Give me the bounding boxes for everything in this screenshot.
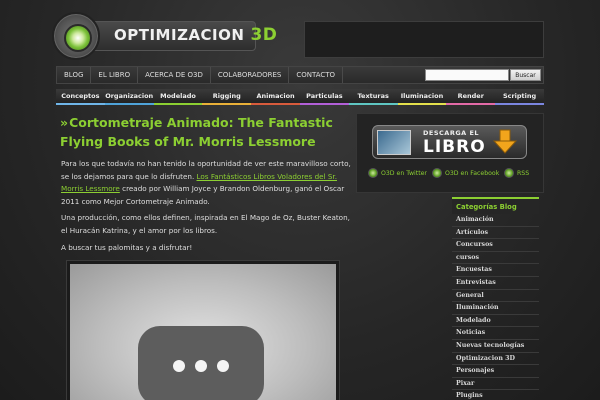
- search-input[interactable]: [425, 69, 509, 81]
- blog-category-item[interactable]: Pixar: [452, 378, 539, 391]
- gear-logo-icon: [52, 12, 100, 60]
- twitter-icon: [368, 168, 378, 178]
- blog-category-item[interactable]: Plugins: [452, 390, 539, 400]
- category-tab-texturas[interactable]: Texturas: [348, 89, 398, 105]
- category-tab-scripting[interactable]: Scripting: [495, 89, 544, 105]
- header-ad-box: [304, 21, 544, 58]
- blog-category-item[interactable]: cursos: [452, 252, 539, 265]
- category-nav: Conceptos Organizacion Modelado Rigging Anim…: [56, 89, 544, 105]
- blog-categories-list: Animación Artículos Concursos cursos Encuest…: [452, 214, 539, 400]
- loading-dot: [195, 360, 207, 372]
- facebook-link[interactable]: O3D en Facebook: [432, 168, 499, 178]
- category-tab-render[interactable]: Render: [446, 89, 495, 105]
- category-tab-animacion[interactable]: Animacion: [251, 89, 300, 105]
- blog-category-item[interactable]: Optimizacion 3D: [452, 353, 539, 366]
- rss-icon: [504, 168, 514, 178]
- post-paragraph-2: Una producción, como ellos definen, insp…: [61, 213, 350, 235]
- twitter-label: O3D en Twitter: [381, 169, 427, 177]
- post-title-text: Cortometraje Animado: The Fantastic Flyi…: [60, 115, 333, 149]
- twitter-link[interactable]: O3D en Twitter: [368, 168, 427, 178]
- download-label-big: LIBRO: [423, 137, 486, 157]
- download-label-small: DESCARGA EL: [423, 129, 480, 137]
- nav-contacto[interactable]: CONTACTO: [289, 67, 344, 83]
- blog-category-item[interactable]: Artículos: [452, 227, 539, 240]
- blog-category-item[interactable]: Entrevistas: [452, 277, 539, 290]
- nav-colaboradores[interactable]: COLABORADORES: [211, 67, 290, 83]
- post-paragraph-3: A buscar tus palomitas y a disfrutar!: [61, 243, 193, 252]
- logo-title: OPTIMIZACION: [114, 26, 245, 44]
- download-arrow-icon: [492, 129, 518, 154]
- category-tab-modelado[interactable]: Modelado: [153, 89, 203, 105]
- rss-label: RSS: [517, 169, 530, 177]
- loading-dot: [217, 360, 229, 372]
- logo-accent: 3D: [250, 25, 278, 45]
- site-logo[interactable]: OPTIMIZACION 3D: [52, 12, 277, 60]
- loading-dot: [173, 360, 185, 372]
- nav-el-libro[interactable]: EL LIBRO: [91, 67, 139, 83]
- nav-acerca-de[interactable]: ACERCA DE O3D: [138, 67, 211, 83]
- blog-category-item[interactable]: Concursos: [452, 239, 539, 252]
- blog-category-item[interactable]: Nuevas tecnologías: [452, 340, 539, 353]
- blog-category-item[interactable]: Encuestas: [452, 264, 539, 277]
- category-tab-particulas[interactable]: Particulas: [299, 89, 349, 105]
- blog-category-item[interactable]: Personajes: [452, 365, 539, 378]
- post-paragraph-1: Para los que todavía no han tenido la op…: [61, 158, 351, 208]
- download-book-banner[interactable]: DESCARGA EL LIBRO: [372, 125, 527, 159]
- facebook-icon: [432, 168, 442, 178]
- category-tab-iluminacion[interactable]: Iluminacion: [397, 89, 447, 105]
- blog-category-item[interactable]: Iluminación: [452, 302, 539, 315]
- blog-category-item[interactable]: General: [452, 290, 539, 303]
- nav-blog[interactable]: BLOG: [57, 67, 92, 83]
- logo-text: OPTIMIZACION 3D: [114, 25, 277, 45]
- blog-category-item[interactable]: Animación: [452, 214, 539, 227]
- video-loading-icon[interactable]: [138, 326, 264, 400]
- blog-categories-widget: Categorías Blog Animación Artículos Concur…: [452, 197, 539, 400]
- category-tab-conceptos[interactable]: Conceptos: [56, 89, 105, 105]
- blog-categories-title: Categorías Blog: [452, 197, 539, 214]
- book-cover-icon: [377, 130, 411, 155]
- post-title[interactable]: » Cortometraje Animado: The Fantastic Fly…: [60, 113, 350, 151]
- blog-category-item[interactable]: Modelado: [452, 315, 539, 328]
- blog-category-item[interactable]: Noticias: [452, 327, 539, 340]
- facebook-label: O3D en Facebook: [445, 169, 500, 177]
- category-tab-rigging[interactable]: Rigging: [202, 89, 251, 105]
- rss-link[interactable]: RSS: [504, 168, 529, 178]
- search-button[interactable]: Buscar: [510, 69, 541, 81]
- double-chevron-icon: »: [60, 115, 68, 130]
- category-tab-organizacion[interactable]: Organizacion: [104, 89, 154, 105]
